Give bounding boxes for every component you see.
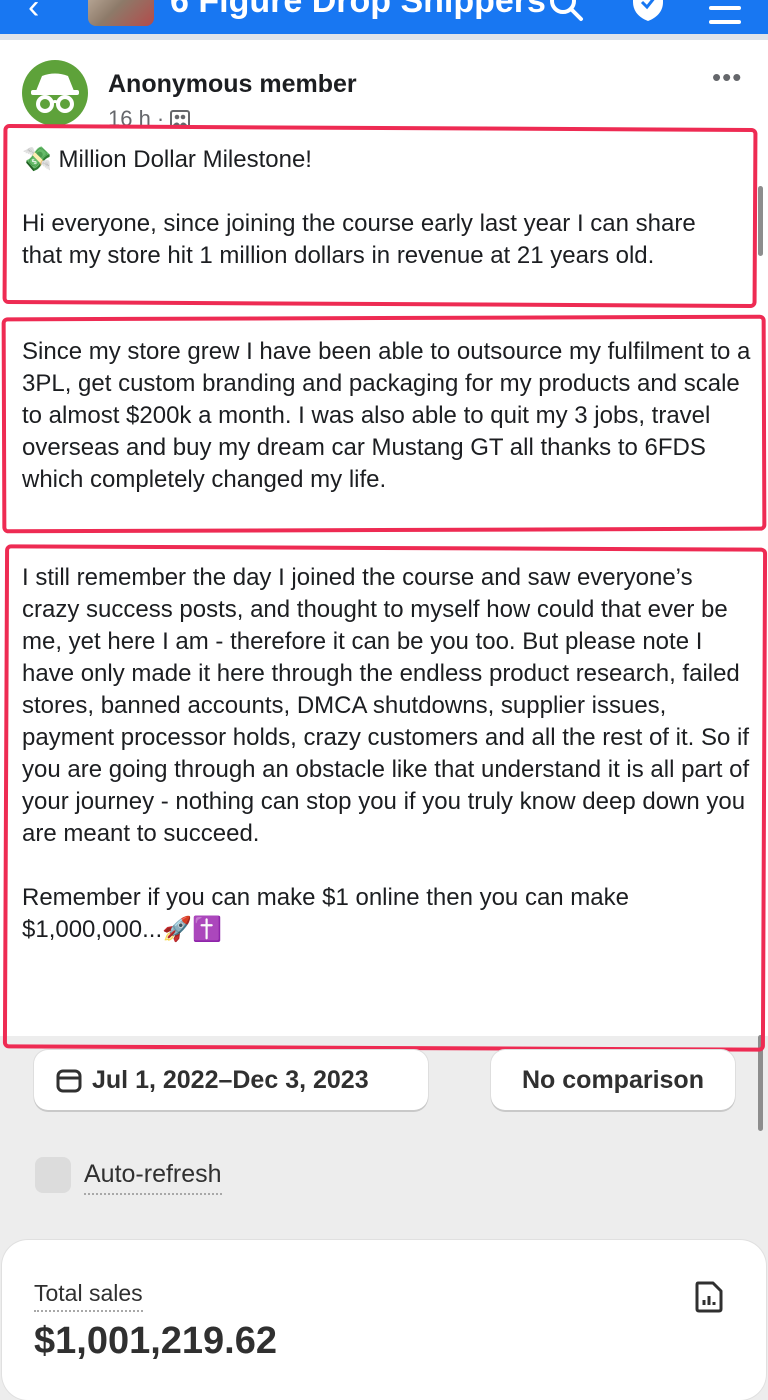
calendar-icon [56, 1069, 82, 1093]
more-options-icon[interactable]: ••• [712, 62, 742, 93]
post-timestamp[interactable]: 16 h · [108, 106, 164, 132]
avatar[interactable] [22, 60, 88, 126]
incognito-icon [31, 73, 79, 113]
report-icon[interactable] [694, 1280, 724, 1314]
date-range-label: Jul 1, 2022–Dec 3, 2023 [92, 1065, 369, 1094]
post-paragraph-2: Since my store grew I have been able to … [22, 338, 751, 493]
back-arrow-icon[interactable]: ‹ [28, 0, 39, 27]
group-thumbnail[interactable] [88, 0, 154, 26]
total-sales-label[interactable]: Total sales [34, 1280, 143, 1312]
comparison-button[interactable]: No comparison [491, 1050, 735, 1110]
total-sales-card: Total sales $1,001,219.62 [2, 1240, 766, 1400]
search-icon[interactable] [548, 0, 584, 22]
auto-refresh-label[interactable]: Auto-refresh [84, 1160, 222, 1195]
author-name[interactable]: Anonymous member [108, 70, 357, 99]
post-paragraph-3: I still remember the day I joined the co… [22, 564, 750, 943]
auto-refresh-checkbox[interactable] [35, 1157, 71, 1193]
post-paragraph-1: 💸 Million Dollar Milestone! Hi everyone,… [22, 146, 696, 269]
menu-icon[interactable] [706, 0, 744, 28]
total-sales-value: $1,001,219.62 [34, 1320, 278, 1362]
group-privacy-icon [170, 110, 191, 128]
post-meta: 16 h · [108, 106, 191, 132]
date-range-button[interactable]: Jul 1, 2022–Dec 3, 2023 [34, 1050, 428, 1110]
scrollbar-lower[interactable] [758, 1035, 763, 1131]
shield-icon[interactable] [630, 0, 666, 22]
top-nav-bar: ‹ 6 Figure Drop Shippers [0, 0, 768, 34]
group-post: Anonymous member 16 h · ••• 💸 Million Do… [0, 40, 768, 1036]
group-title[interactable]: 6 Figure Drop Shippers [170, 0, 546, 21]
scrollbar[interactable] [758, 186, 763, 256]
